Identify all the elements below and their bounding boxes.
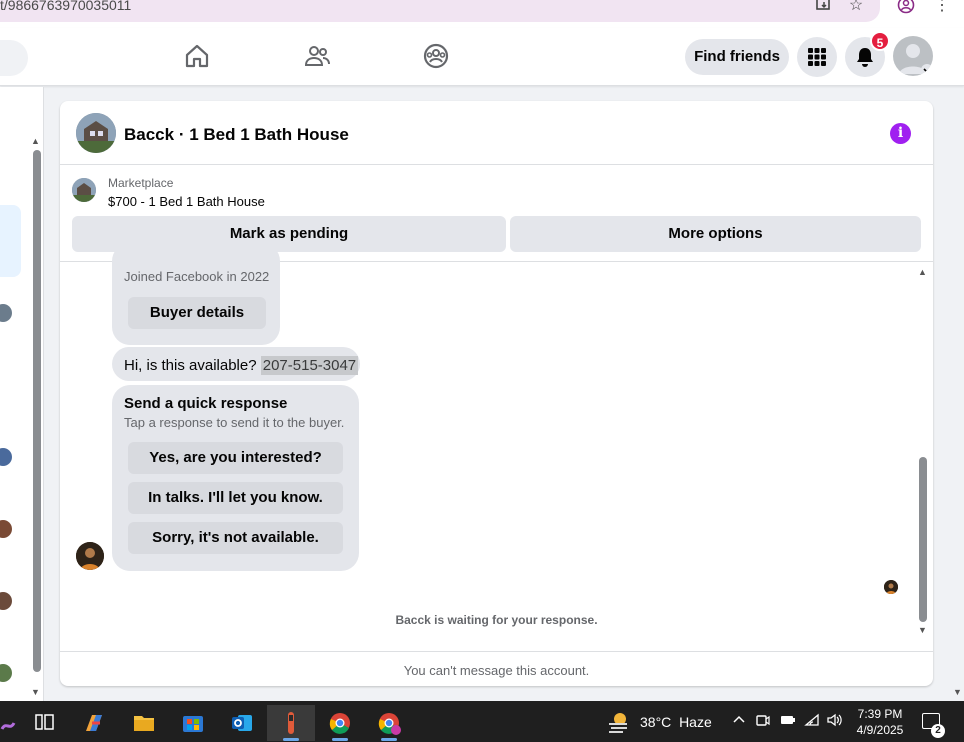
conversation-header: Bacck · 1 Bed 1 Bath House i <box>60 101 933 165</box>
info-icon[interactable]: i <box>890 123 911 144</box>
bell-icon <box>857 48 873 67</box>
message-text: Hi, is this available? 207-515-3047 <box>124 356 359 375</box>
quick-response-option[interactable]: Yes, are you interested? <box>128 442 343 474</box>
facebook-top-nav: Find friends 5 <box>0 28 964 86</box>
message-thread: Joined Facebook in 2022 Buyer details Hi… <box>60 243 933 650</box>
windows-taskbar: 38°C Haze 7:39 PM 4/9/2025 2 <box>0 701 964 742</box>
outlook-icon[interactable] <box>222 705 262 741</box>
conversation-avatar[interactable] <box>0 520 12 538</box>
notification-badge: 5 <box>870 31 890 51</box>
joined-facebook-text: Joined Facebook in 2022 <box>124 269 270 284</box>
wifi-icon[interactable] <box>804 713 820 730</box>
quick-response-option[interactable]: Sorry, it's not available. <box>128 522 343 554</box>
address-text[interactable]: t/9866763970035011 <box>0 0 131 13</box>
home-icon[interactable] <box>183 42 213 72</box>
notification-center-badge: 2 <box>931 724 945 738</box>
sender-avatar[interactable] <box>76 542 104 570</box>
copilot-icon[interactable] <box>74 705 114 741</box>
more-options-button[interactable]: More options <box>510 216 921 252</box>
quick-response-subtitle: Tap a response to send it to the buyer. <box>124 415 345 430</box>
scrollbar-thumb[interactable] <box>33 150 41 672</box>
selected-conversation-item[interactable] <box>0 205 21 277</box>
microsoft-store-icon[interactable] <box>173 705 213 741</box>
friends-icon[interactable] <box>303 42 333 72</box>
groups-icon[interactable] <box>422 42 452 72</box>
read-receipt-avatar <box>884 580 898 594</box>
quick-response-title: Send a quick response <box>124 395 288 412</box>
chrome-profile-icon[interactable] <box>369 705 409 741</box>
bookmark-star-icon[interactable]: ☆ <box>846 0 866 16</box>
grid-icon <box>808 48 826 66</box>
scroll-down-arrow-icon[interactable]: ▼ <box>31 687 40 697</box>
file-explorer-icon[interactable] <box>124 705 164 741</box>
marketplace-label: Marketplace <box>108 176 174 190</box>
conversation-panel: Bacck · 1 Bed 1 Bath House i Marketplace… <box>60 101 933 686</box>
listing-price-title[interactable]: $700 - 1 Bed 1 Bath House <box>108 194 265 209</box>
quick-response-option[interactable]: In talks. I'll let you know. <box>128 482 343 514</box>
address-bar[interactable] <box>0 0 880 22</box>
chat-list-column: ▲ ▼ <box>0 87 44 701</box>
phone-number[interactable]: 207-515-3047 <box>260 356 359 375</box>
browser-toolbar: t/9866763970035011 ☆ ⋮ <box>0 0 964 28</box>
scroll-down-arrow-icon[interactable]: ▼ <box>953 687 962 697</box>
weather-status[interactable]: 38°C Haze <box>640 714 712 730</box>
active-app-icon[interactable] <box>267 705 315 741</box>
browser-menu-icon[interactable]: ⋮ <box>932 0 952 16</box>
waiting-status: Bacck is waiting for your response. <box>395 613 598 627</box>
account-avatar[interactable] <box>893 36 933 76</box>
volume-icon[interactable] <box>826 713 842 730</box>
scroll-up-arrow-icon[interactable]: ▲ <box>31 136 40 146</box>
listing-avatar[interactable] <box>76 113 116 153</box>
chevron-up-icon[interactable] <box>733 713 745 729</box>
haze-weather-icon[interactable] <box>606 709 632 735</box>
chrome-icon[interactable] <box>320 705 360 741</box>
scroll-up-arrow-icon[interactable]: ▲ <box>918 267 927 277</box>
cannot-message-notice: You can't message this account. <box>60 651 933 686</box>
conversation-avatar[interactable] <box>0 304 12 322</box>
menu-grid-button[interactable] <box>797 37 837 77</box>
find-friends-button[interactable]: Find friends <box>685 39 789 75</box>
buyer-profile-card <box>112 243 280 345</box>
buyer-details-button[interactable]: Buyer details <box>128 297 266 329</box>
scrollbar-thumb[interactable] <box>919 457 927 622</box>
meet-now-icon[interactable] <box>756 713 770 730</box>
scroll-down-arrow-icon[interactable]: ▼ <box>918 625 927 635</box>
battery-icon[interactable] <box>780 713 796 730</box>
task-view-icon[interactable] <box>24 705 64 741</box>
conversation-avatar[interactable] <box>0 592 12 610</box>
conversation-avatar[interactable] <box>0 448 12 466</box>
clock[interactable]: 7:39 PM 4/9/2025 <box>852 706 908 738</box>
listing-thumbnail[interactable] <box>72 178 96 202</box>
conversation-title[interactable]: Bacck · 1 Bed 1 Bath House <box>124 125 349 145</box>
search-field[interactable] <box>0 40 28 76</box>
install-app-icon[interactable] <box>814 0 834 16</box>
conversation-avatar[interactable] <box>0 664 12 682</box>
profile-icon[interactable] <box>896 0 916 16</box>
chevron-down-icon <box>921 64 933 76</box>
